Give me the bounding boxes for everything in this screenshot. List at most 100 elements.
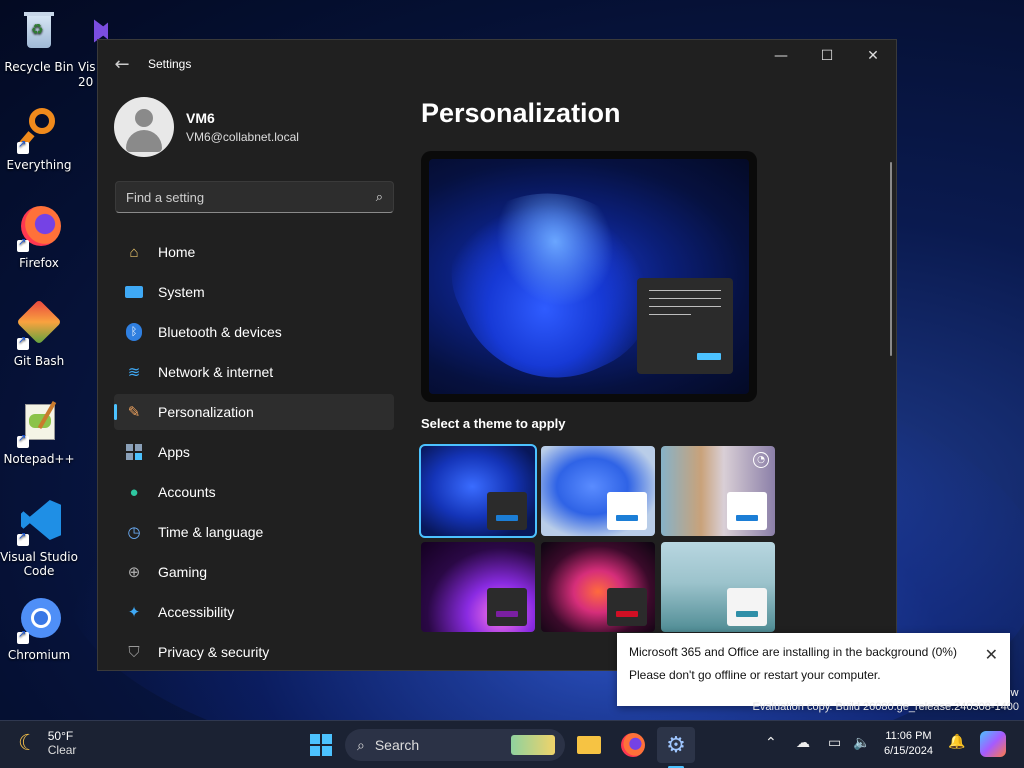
desktop-icon-label: Chromium xyxy=(7,648,71,662)
sidebar-item-accounts[interactable]: ● Accounts xyxy=(114,474,394,510)
sidebar-item-label: Apps xyxy=(158,444,190,460)
theme-windows-light[interactable] xyxy=(541,446,655,536)
window-controls: — ☐ ✕ xyxy=(758,40,896,72)
maximize-button[interactable]: ☐ xyxy=(804,40,850,72)
sidebar-item-label: Gaming xyxy=(158,564,208,580)
desktop-icon-git-bash[interactable]: Git Bash xyxy=(0,299,78,368)
toast-message: Microsoft 365 and Office are installing … xyxy=(629,645,957,659)
network-icon[interactable]: ▭ xyxy=(828,735,841,751)
taskbar-search-label: Search xyxy=(374,737,420,753)
theme-grid: ◔ xyxy=(419,444,777,632)
clock-icon: ◷ xyxy=(127,524,141,541)
preview-window-mockup xyxy=(637,278,733,374)
search-icon: ⌕ xyxy=(375,189,383,204)
avatar xyxy=(114,97,174,157)
file-explorer-button[interactable] xyxy=(570,727,608,763)
sidebar-item-home[interactable]: ⌂ Home xyxy=(114,234,394,270)
sidebar-item-gaming[interactable]: ⊕ Gaming xyxy=(114,554,394,590)
search-highlight-icon xyxy=(511,735,555,755)
show-hidden-icons-chevron-up-icon[interactable]: ⌃ xyxy=(765,735,777,751)
sidebar-item-label: System xyxy=(158,284,205,300)
windows-logo-icon xyxy=(310,734,332,756)
folder-icon xyxy=(577,736,601,754)
weather-condition: Clear xyxy=(47,743,77,757)
desktop-icon-notepad-plus-plus[interactable]: Notepad++ xyxy=(0,400,78,466)
system-icon xyxy=(124,282,144,302)
notification-bell-icon[interactable]: 🔔 xyxy=(948,734,965,750)
gamepad-icon: ⊕ xyxy=(127,564,141,581)
theme-spotlight[interactable]: ◔ xyxy=(661,446,775,536)
minimize-button[interactable]: — xyxy=(758,40,804,72)
apps-icon xyxy=(124,442,144,462)
firefox-icon xyxy=(621,733,645,757)
notepad-plus-plus-icon xyxy=(15,400,63,448)
desktop-icon-vscode[interactable]: Visual Studio Code xyxy=(0,498,78,578)
sidebar-item-label: Accounts xyxy=(158,484,216,500)
themes-section-label: Select a theme to apply xyxy=(421,416,566,431)
sidebar-item-label: Network & internet xyxy=(158,364,274,380)
sidebar-item-personalization[interactable]: ✎ Personalization xyxy=(114,394,394,430)
chromium-icon xyxy=(15,596,63,644)
sidebar-item-apps[interactable]: Apps xyxy=(114,434,394,470)
desktop-icon-recycle-bin[interactable]: ♻ Recycle Bin xyxy=(0,8,78,74)
sidebar-item-privacy-security[interactable]: ⛉ Privacy & security xyxy=(114,634,394,670)
sidebar-item-label: Home xyxy=(158,244,196,260)
start-button[interactable] xyxy=(302,727,340,763)
shield-icon: ⛉ xyxy=(128,643,140,661)
theme-windows-dark[interactable] xyxy=(419,444,537,538)
window-title: Settings xyxy=(148,57,192,71)
clock-date: 6/15/2024 xyxy=(884,745,933,757)
wifi-icon: ≋ xyxy=(127,364,141,381)
sidebar-nav: ⌂ Home System ᛒ Bluetooth & devices ≋ Ne… xyxy=(114,234,394,670)
firefox-taskbar-button[interactable] xyxy=(614,727,652,763)
settings-window: ← Settings — ☐ ✕ VM6 VM6@collabnet.local… xyxy=(97,39,897,671)
accounts-icon: ● xyxy=(129,483,139,501)
scrollbar[interactable] xyxy=(890,162,892,356)
desktop-icon-label: Git Bash xyxy=(13,354,65,368)
toast-close-icon[interactable]: ✕ xyxy=(985,645,998,665)
weather-temp: 50°F xyxy=(47,729,74,743)
notification-toast[interactable]: Microsoft 365 and Office are installing … xyxy=(617,633,1010,706)
moon-icon: ☾ xyxy=(18,730,38,755)
title-bar: ← Settings — ☐ ✕ xyxy=(98,40,896,88)
desktop-icon-label: Everything xyxy=(6,158,72,172)
theme-flow[interactable] xyxy=(661,542,775,632)
back-arrow-icon: ← xyxy=(114,53,130,75)
evaluation-watermark: Evaluation copy. Build 26080.ge_release.… xyxy=(752,701,1019,713)
onedrive-icon[interactable]: ☁ xyxy=(796,735,810,751)
sidebar-item-network[interactable]: ≋ Network & internet xyxy=(114,354,394,390)
home-icon: ⌂ xyxy=(129,243,139,261)
page-title: Personalization xyxy=(421,98,621,128)
taskbar-clock[interactable]: 11:06 PM 6/15/2024 xyxy=(884,730,933,757)
volume-muted-icon[interactable]: 🔈 xyxy=(853,735,870,751)
weather-widget[interactable]: ☾ 50°F Clear xyxy=(18,729,76,757)
theme-preview xyxy=(421,151,757,402)
theme-glow[interactable] xyxy=(421,542,535,632)
sidebar-item-label: Accessibility xyxy=(158,604,235,620)
everything-icon xyxy=(15,106,63,154)
desktop-icon-label: Recycle Bin xyxy=(4,60,74,74)
sidebar-item-accessibility[interactable]: ✦ Accessibility xyxy=(114,594,394,630)
spotlight-badge-icon: ◔ xyxy=(753,452,769,468)
copilot-icon[interactable] xyxy=(980,731,1006,757)
desktop-icon-label: Visual Studio Code xyxy=(0,550,78,578)
sidebar-item-label: Bluetooth & devices xyxy=(158,324,282,340)
sidebar-item-label: Personalization xyxy=(158,404,254,420)
desktop-icon-everything[interactable]: Everything xyxy=(0,106,78,172)
back-button[interactable]: ← xyxy=(102,44,142,84)
watermark-fragment: w xyxy=(1010,686,1019,699)
clock-time: 11:06 PM xyxy=(885,730,932,742)
settings-taskbar-button[interactable]: ⚙ xyxy=(657,727,695,763)
git-bash-icon xyxy=(15,299,63,350)
brush-icon: ✎ xyxy=(127,404,141,421)
close-button[interactable]: ✕ xyxy=(850,40,896,72)
desktop-icon-chromium[interactable]: Chromium xyxy=(0,596,78,662)
search-input[interactable]: Find a setting ⌕ xyxy=(115,181,394,213)
theme-captured-motion[interactable] xyxy=(541,542,655,632)
sidebar-item-time-language[interactable]: ◷ Time & language xyxy=(114,514,394,550)
user-profile[interactable]: VM6 VM6@collabnet.local xyxy=(114,97,299,157)
sidebar-item-system[interactable]: System xyxy=(114,274,394,310)
sidebar-item-bluetooth[interactable]: ᛒ Bluetooth & devices xyxy=(114,314,394,350)
desktop-icon-firefox[interactable]: Firefox xyxy=(0,204,78,270)
taskbar-search[interactable]: ⌕ Search xyxy=(345,729,565,761)
